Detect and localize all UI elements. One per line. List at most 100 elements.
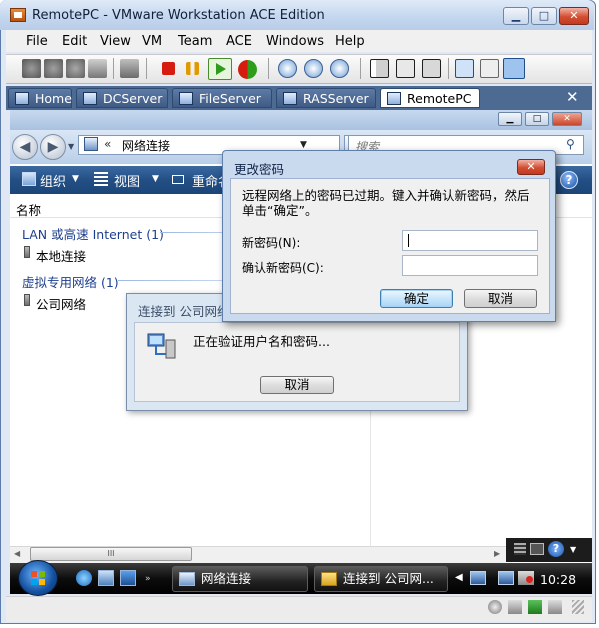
organize-dropdown-icon[interactable]: ▼ <box>72 174 79 184</box>
snapshot-icon[interactable] <box>22 59 41 78</box>
tab-fileserver[interactable]: FileServer <box>172 88 272 108</box>
windows-logo-icon <box>31 571 45 585</box>
views-button[interactable]: 视图 <box>114 171 140 190</box>
clock[interactable]: 10:28 <box>540 572 576 587</box>
list-item-company-network[interactable]: 公司网络 <box>36 294 86 313</box>
tray-network-icon[interactable] <box>470 571 486 585</box>
usb-status-icon[interactable] <box>548 600 562 614</box>
tray-expand-icon[interactable]: ◀ <box>455 572 463 583</box>
address-text[interactable]: 网络连接 <box>122 137 170 154</box>
explorer-maximize-button[interactable]: □ <box>525 112 549 126</box>
views-icon <box>94 172 108 186</box>
connect-cancel-button[interactable]: 取消 <box>260 376 334 394</box>
menu-team[interactable]: Team <box>178 34 212 49</box>
vm-icon <box>283 92 297 105</box>
ok-button[interactable]: 确定 <box>380 289 453 308</box>
search-icon[interactable]: ⚲ <box>566 137 575 151</box>
password-cancel-button[interactable]: 取消 <box>464 289 537 308</box>
manage-snapshots-icon[interactable] <box>330 59 349 78</box>
vm-icon <box>387 92 401 105</box>
maximize-button[interactable]: □ <box>531 7 557 25</box>
scroll-left-icon[interactable]: ◀ <box>14 549 20 558</box>
console-view-icon[interactable] <box>480 59 499 78</box>
list-item-local-connection[interactable]: 本地连接 <box>36 246 86 265</box>
menu-windows[interactable]: Windows <box>266 34 324 49</box>
keyboard-icon[interactable] <box>530 543 544 555</box>
trash-icon[interactable] <box>88 59 107 78</box>
window-title: RemotePC - VMware Workstation ACE Editio… <box>32 8 325 23</box>
close-button[interactable]: ✕ <box>559 7 589 25</box>
group-vpn-title[interactable]: 虚拟专用网络 (1) <box>22 272 119 291</box>
summary-view-icon[interactable] <box>455 59 474 78</box>
confirm-password-field[interactable] <box>402 255 538 276</box>
explorer-minimize-button[interactable]: ▁ <box>498 112 522 126</box>
rename-icon <box>172 175 184 184</box>
taskbar-connect-dialog[interactable]: 连接到 公司网... <box>314 566 448 592</box>
organize-button[interactable]: 组织 <box>40 171 66 190</box>
resize-grip-icon[interactable] <box>572 600 584 614</box>
vm-icon <box>83 92 97 105</box>
explorer-close-button[interactable]: ✕ <box>552 112 582 126</box>
reset-icon[interactable] <box>238 60 257 79</box>
new-password-field[interactable] <box>402 230 538 251</box>
tab-rasserver[interactable]: RASServer <box>276 88 376 108</box>
show-desktop-icon[interactable] <box>98 570 114 586</box>
tray-dropdown-icon[interactable]: ▼ <box>570 545 576 554</box>
menu-view[interactable]: View <box>100 34 131 49</box>
tab-dcserver[interactable]: DCServer <box>76 88 168 108</box>
taskbar-network-connections[interactable]: 网络连接 <box>172 566 308 592</box>
switch-windows-icon[interactable] <box>120 570 136 586</box>
help-tray-icon[interactable]: ? <box>548 541 564 557</box>
address-chevron[interactable]: « <box>104 137 111 151</box>
menu-edit[interactable]: Edit <box>62 34 87 49</box>
take-snapshot-icon[interactable] <box>278 59 297 78</box>
floppy-status-icon[interactable] <box>508 600 522 614</box>
minimize-button[interactable]: ▁ <box>503 7 529 25</box>
tray-vpn-icon[interactable] <box>498 571 514 585</box>
tab-remotepc[interactable]: RemotePC <box>380 88 480 108</box>
scrollbar-thumb[interactable]: III <box>30 547 192 561</box>
sidebar-toggle-icon[interactable] <box>120 59 139 78</box>
power-off-icon[interactable] <box>162 62 175 75</box>
address-dropdown-icon[interactable]: ▼ <box>300 140 307 150</box>
history-dropdown-icon[interactable]: ▼ <box>68 142 74 151</box>
play-triangle-icon <box>216 63 226 75</box>
connect-dialog-title: 连接到 公司网络 <box>138 304 230 319</box>
cdrom-status-icon[interactable] <box>488 600 502 614</box>
sidebar-view-icon[interactable] <box>370 59 389 78</box>
change-password-title: 更改密码 <box>234 162 285 177</box>
menu-help[interactable]: Help <box>335 34 365 49</box>
menu-ace[interactable]: ACE <box>226 34 252 49</box>
close-tab-icon[interactable]: ✕ <box>566 88 579 106</box>
revert-snapshot-icon[interactable] <box>44 59 63 78</box>
network-icon <box>179 572 195 586</box>
menu-vm[interactable]: VM <box>142 34 162 49</box>
quick-switch-icon[interactable] <box>422 59 441 78</box>
quick-launch-chevron-icon[interactable]: » <box>145 574 151 584</box>
column-name-header[interactable]: 名称 <box>16 200 41 219</box>
back-button[interactable]: ◀ <box>12 134 38 160</box>
tab-home[interactable]: Home <box>8 88 72 108</box>
network-status-icon[interactable] <box>528 600 542 614</box>
revert-icon[interactable] <box>304 59 323 78</box>
fullscreen-icon[interactable] <box>396 59 415 78</box>
scroll-right-icon[interactable]: ▶ <box>494 549 500 558</box>
suspend-icon[interactable] <box>186 62 199 75</box>
vmware-app-icon <box>10 8 26 22</box>
text-caret <box>408 234 409 247</box>
mute-indicator-icon <box>526 576 533 583</box>
group-lan-title[interactable]: LAN 或高速 Internet (1) <box>22 224 164 243</box>
full-screen-view-icon[interactable] <box>503 58 525 79</box>
change-password-close-button[interactable]: ✕ <box>517 159 545 175</box>
rename-button[interactable]: 重命名 <box>192 171 222 190</box>
menu-file[interactable]: File <box>26 34 48 49</box>
help-icon[interactable]: ? <box>560 171 578 189</box>
connect-status-message: 正在验证用户名和密码... <box>193 334 330 349</box>
snapshot-manager-icon[interactable] <box>66 59 85 78</box>
internet-explorer-icon[interactable] <box>76 570 92 586</box>
views-dropdown-icon[interactable]: ▼ <box>152 174 159 184</box>
forward-button[interactable]: ▶ <box>40 134 66 160</box>
organize-icon <box>22 172 36 186</box>
home-icon <box>15 92 29 105</box>
confirm-password-label: 确认新密码(C): <box>242 261 324 275</box>
